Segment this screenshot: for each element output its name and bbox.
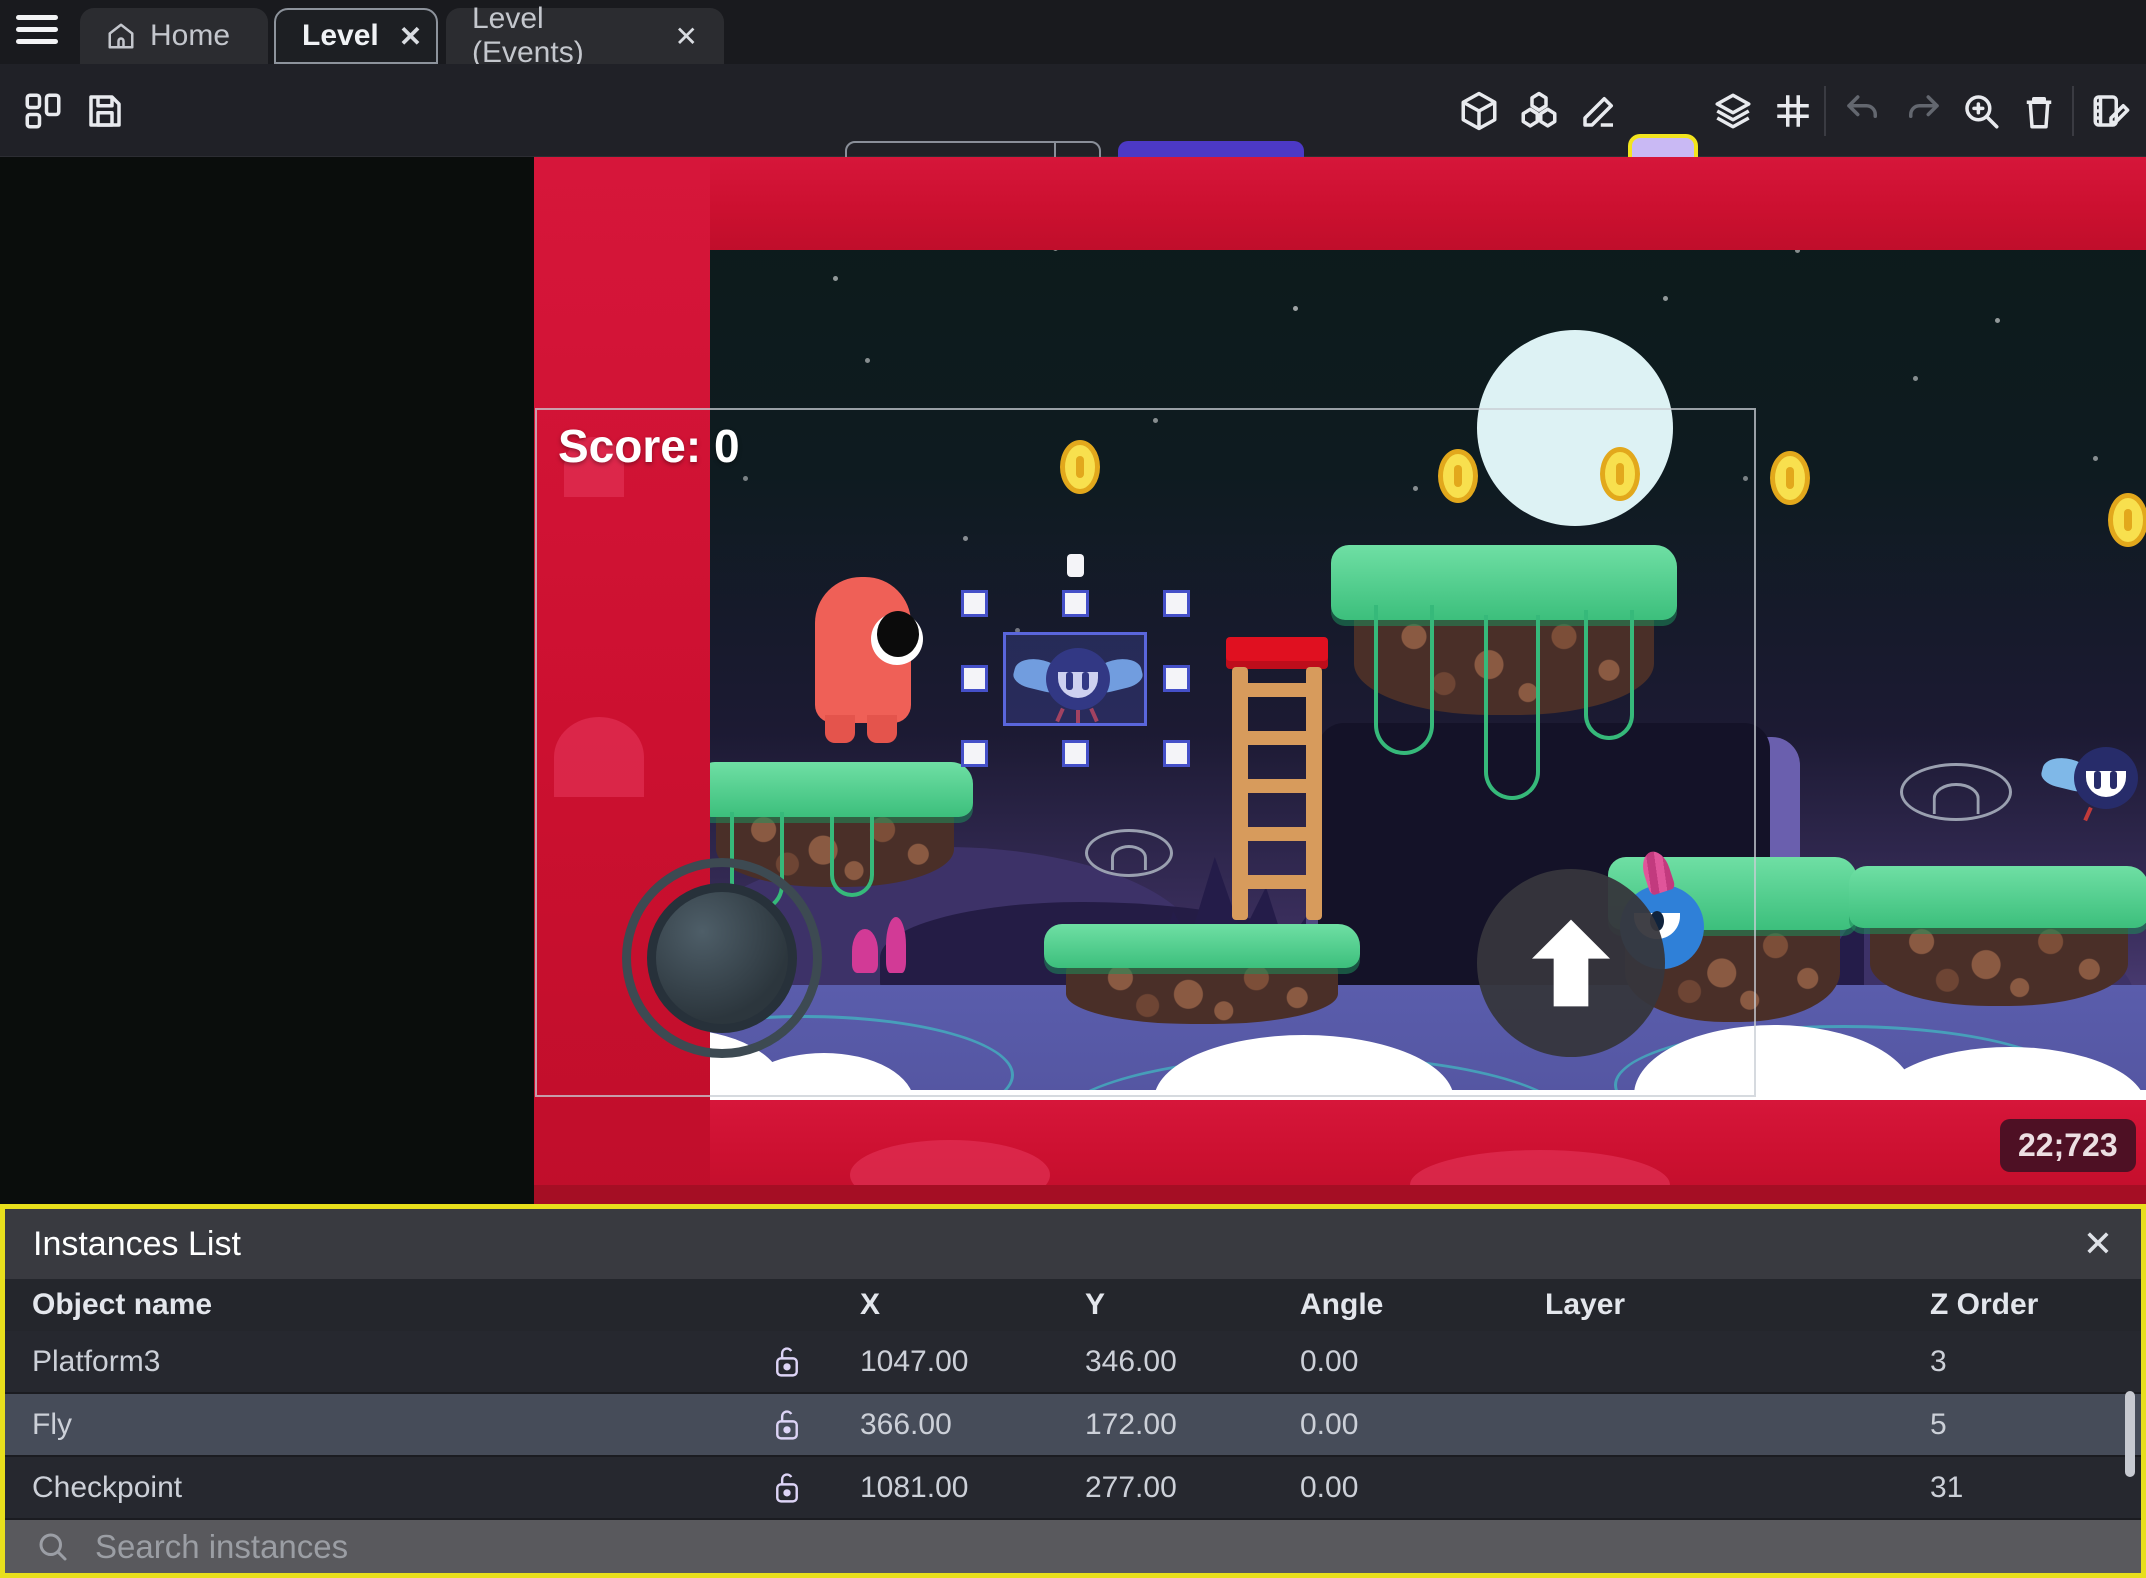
menu-icon[interactable] xyxy=(16,15,58,49)
edit-scene-icon[interactable] xyxy=(2090,90,2132,132)
lock-open-icon[interactable] xyxy=(772,1408,802,1442)
table-row-platform3[interactable]: Platform3 1047.00 346.00 0.00 3 xyxy=(5,1331,2141,1394)
column-x[interactable]: X xyxy=(842,1288,1067,1322)
toolbar: Preview Publish xyxy=(0,64,2146,205)
object-groups-icon[interactable] xyxy=(1518,90,1560,132)
save-icon[interactable] xyxy=(84,90,126,132)
redo-icon[interactable] xyxy=(1902,90,1944,132)
table-row-fly-selected[interactable]: Fly 366.00 172.00 0.00 5 xyxy=(5,1394,2141,1457)
grid-icon[interactable] xyxy=(1772,90,1814,132)
zoom-in-icon[interactable] xyxy=(1960,90,2002,132)
close-icon[interactable]: ✕ xyxy=(675,20,698,53)
column-y[interactable]: Y xyxy=(1067,1288,1282,1322)
selection-handle[interactable] xyxy=(1163,590,1190,617)
eye-decoration xyxy=(1900,763,2012,821)
column-object-name[interactable]: Object name xyxy=(32,1288,732,1322)
layout-icon[interactable] xyxy=(22,90,64,132)
tab-level-label: Level xyxy=(302,19,379,52)
score-hud-text: Score: 0 xyxy=(558,420,740,472)
search-bar xyxy=(5,1520,2141,1573)
selection-handle[interactable] xyxy=(961,590,988,617)
undo-icon[interactable] xyxy=(1842,90,1884,132)
instances-table-header: Object name X Y Angle Layer Z Order xyxy=(5,1279,2141,1331)
layers-icon[interactable] xyxy=(1712,90,1754,132)
arrow-up-icon xyxy=(1532,919,1610,1007)
panel-title: Instances List xyxy=(33,1224,241,1263)
tab-level-events[interactable]: Level (Events) ✕ xyxy=(446,2,724,69)
out-of-bounds-strip xyxy=(534,1185,2146,1204)
column-layer[interactable]: Layer xyxy=(1527,1288,1912,1322)
selection-handle[interactable] xyxy=(1163,665,1190,692)
scene-artwork: Score: 0 22;723 xyxy=(534,157,2146,1204)
tab-home-label: Home xyxy=(150,19,231,52)
close-icon[interactable]: ✕ xyxy=(399,20,422,53)
close-panel-icon[interactable]: ✕ xyxy=(2083,1223,2113,1265)
selection-box[interactable] xyxy=(1003,632,1147,726)
selection-handle[interactable] xyxy=(1062,590,1089,617)
tab-home[interactable]: Home xyxy=(80,8,268,64)
coin-object[interactable] xyxy=(1770,451,1810,505)
search-icon xyxy=(39,1533,67,1560)
tab-bar: Home Level ✕ Level (Events) ✕ xyxy=(0,0,2146,69)
joystick-knob[interactable] xyxy=(647,883,797,1033)
column-z-order[interactable]: Z Order xyxy=(1912,1288,2141,1322)
tab-level[interactable]: Level ✕ xyxy=(274,8,438,64)
search-input[interactable] xyxy=(95,1527,2111,1566)
rotation-handle[interactable] xyxy=(1067,554,1084,577)
fly-enemy-object[interactable] xyxy=(2039,743,2146,822)
scrollbar-thumb[interactable] xyxy=(2125,1391,2135,1477)
coin-object[interactable] xyxy=(2108,493,2146,547)
jump-button-object[interactable] xyxy=(1477,869,1665,1057)
table-row-checkpoint[interactable]: Checkpoint 1081.00 277.00 0.00 31 xyxy=(5,1457,2141,1520)
home-icon xyxy=(108,23,134,49)
selection-handle[interactable] xyxy=(1062,740,1089,767)
out-of-bounds-overlay-top xyxy=(710,157,2146,250)
selection-handle[interactable] xyxy=(1163,740,1190,767)
cube-icon[interactable] xyxy=(1458,90,1500,132)
cursor-coordinates-badge: 22;723 xyxy=(2000,1119,2136,1172)
tab-events-label: Level (Events) xyxy=(472,2,584,69)
lock-open-icon[interactable] xyxy=(772,1345,802,1379)
platform-object[interactable] xyxy=(1849,866,2146,1006)
lock-open-icon[interactable] xyxy=(772,1471,802,1505)
pencil-icon[interactable] xyxy=(1578,90,1620,132)
scene-editor-canvas[interactable]: Score: 0 22;723 xyxy=(0,157,2146,1204)
instances-list-panel: Instances List ✕ Object name X Y Angle L… xyxy=(0,1204,2146,1578)
trash-icon[interactable] xyxy=(2018,90,2060,132)
selection-handle[interactable] xyxy=(961,665,988,692)
selection-handle[interactable] xyxy=(961,740,988,767)
column-angle[interactable]: Angle xyxy=(1282,1288,1527,1322)
